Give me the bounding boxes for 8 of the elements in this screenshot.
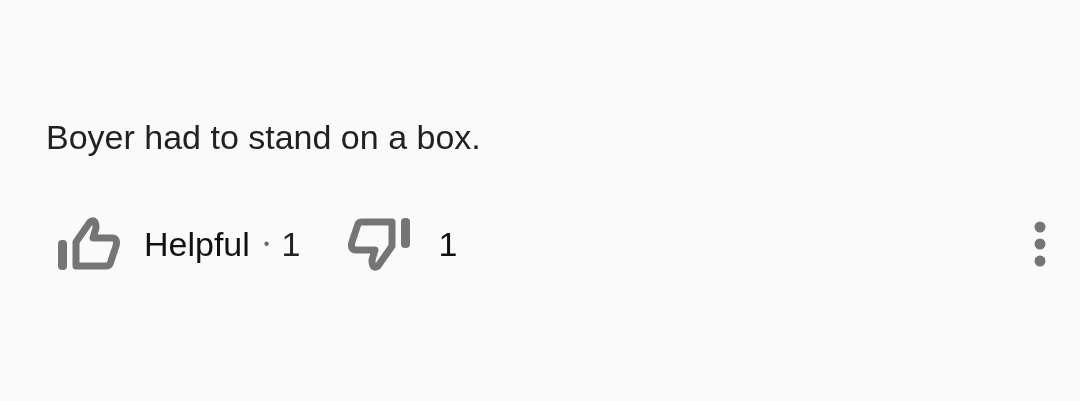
review-text: Boyer had to stand on a box. [46,117,481,158]
helpful-count: 1 [281,224,301,265]
helpful-button[interactable]: Helpful [56,216,250,272]
not-helpful-button[interactable]: 1 [348,216,458,272]
thumbs-up-icon [56,216,120,272]
more-options-icon[interactable] [1034,221,1046,267]
thumbs-down-icon [348,216,413,272]
separator-dot: • [263,235,270,253]
